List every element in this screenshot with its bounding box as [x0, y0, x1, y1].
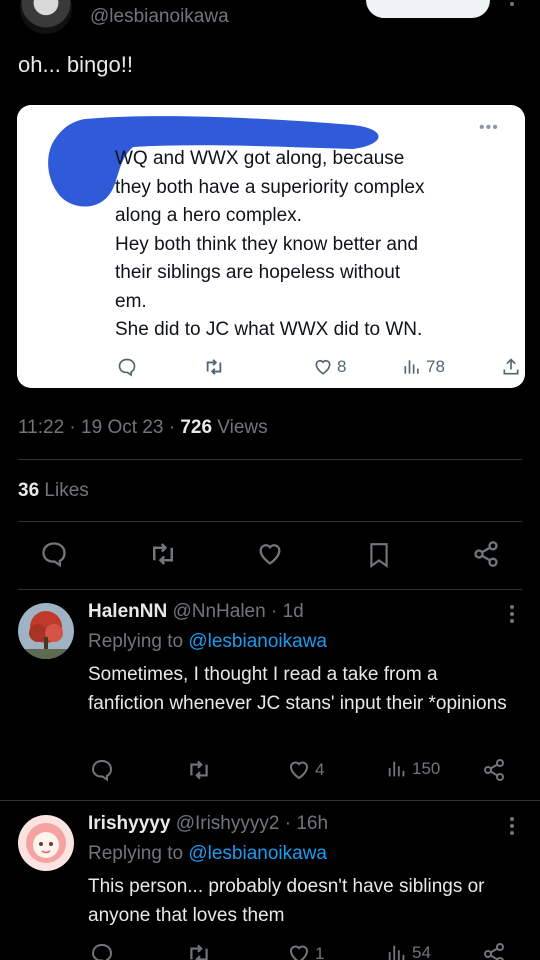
reply-author-name[interactable]: HalenNN: [88, 601, 167, 622]
author-avatar[interactable]: [20, 0, 72, 34]
tweet-action-bar: [0, 540, 540, 572]
reply-text: This person... probably doesn't have sib…: [88, 876, 485, 926]
reply-text: Sometimes, I thought I read a take from …: [88, 664, 507, 714]
divider: [18, 589, 522, 590]
reply-avatar[interactable]: [18, 603, 74, 659]
screenshot-text: WQ and WWX got along, because they both …: [115, 148, 425, 340]
replying-label: Replying to: [88, 843, 184, 864]
share-icon[interactable]: [472, 540, 500, 568]
card-share-icon: [501, 357, 521, 377]
replying-to: Replying to @lesbianoikawa: [88, 843, 327, 865]
reply-action-bar: 1 54: [0, 942, 540, 960]
reply-header: Irishyyyy @Irishyyyy2 · 16h: [88, 813, 329, 834]
replying-label: Replying to: [88, 631, 184, 652]
tweet-text: oh... bingo!!: [18, 52, 133, 77]
card-like-group: 8: [313, 357, 346, 377]
reply-time: 16h: [296, 813, 329, 834]
views-icon: [388, 945, 405, 960]
reply-author-handle[interactable]: @NnHalen: [172, 601, 265, 622]
likes-label: Likes: [44, 480, 89, 501]
replying-to: Replying to @lesbianoikawa: [88, 631, 327, 653]
reply-share-icon[interactable]: [482, 758, 506, 782]
author-handle[interactable]: @lesbianoikawa: [90, 6, 229, 28]
like-icon[interactable]: [256, 540, 284, 568]
tweet-date: 19 Oct 23: [81, 417, 164, 438]
reply-reply-icon[interactable]: [90, 758, 114, 782]
bookmark-icon[interactable]: [366, 540, 392, 570]
replying-to-link[interactable]: @lesbianoikawa: [188, 631, 327, 652]
card-heart-icon: [315, 359, 331, 375]
reply-views-count: 54: [412, 943, 431, 960]
card-reply-icon: [117, 357, 137, 377]
reply-action-bar: 4 150: [0, 758, 540, 786]
heart-icon: [289, 945, 309, 960]
reply-like-button[interactable]: 4: [287, 758, 324, 782]
reply-more-icon[interactable]: [508, 603, 516, 625]
reply-like-button[interactable]: 1: [287, 942, 324, 960]
card-views-icon: [404, 360, 419, 374]
divider: [0, 800, 540, 801]
reply-more-icon[interactable]: [508, 815, 516, 837]
reply-icon[interactable]: [40, 540, 68, 568]
reply-author-name[interactable]: Irishyyyy: [88, 813, 170, 834]
more-options-icon[interactable]: [508, 0, 516, 10]
views-count: 726: [180, 417, 213, 438]
reply-views-count: 150: [412, 759, 441, 778]
views-icon: [388, 761, 405, 777]
likes-summary[interactable]: 36 Likes: [18, 480, 89, 502]
reply-like-count: 4: [315, 760, 325, 779]
likes-count: 36: [18, 480, 40, 501]
reply-like-count: 1: [315, 944, 325, 960]
reply-views-button[interactable]: 150: [386, 758, 440, 780]
reply-share-icon[interactable]: [482, 942, 506, 960]
card-like-count: 8: [337, 357, 347, 376]
tweet-time: 11:22: [18, 417, 65, 438]
divider: [18, 459, 522, 460]
views-label: Views: [217, 417, 268, 438]
reply-header: HalenNN @NnHalen · 1d: [88, 601, 304, 622]
retweet-icon[interactable]: [148, 540, 178, 568]
follow-button[interactable]: [366, 0, 490, 18]
reply-time: 1d: [282, 601, 304, 622]
reply-retweet-icon[interactable]: [186, 942, 212, 960]
heart-icon: [289, 761, 309, 780]
attached-image[interactable]: ••• WQ and WWX got along, because they b…: [17, 105, 525, 388]
reply-reply-icon[interactable]: [90, 942, 114, 960]
tweet-meta: 11:22 · 19 Oct 23 · 726 Views: [18, 417, 268, 438]
reply-retweet-icon[interactable]: [186, 758, 212, 782]
card-retweet-icon: [203, 357, 225, 377]
reply-views-button[interactable]: 54: [386, 942, 431, 960]
divider: [18, 521, 522, 522]
card-action-bar: 8 78: [17, 357, 525, 385]
reply-author-handle[interactable]: @Irishyyyy2: [176, 813, 280, 834]
card-views-group: 78: [402, 357, 445, 377]
card-more-icon: •••: [479, 119, 499, 136]
card-views-count: 78: [426, 357, 445, 376]
replying-to-link[interactable]: @lesbianoikawa: [188, 843, 327, 864]
reply-avatar[interactable]: [18, 815, 74, 871]
